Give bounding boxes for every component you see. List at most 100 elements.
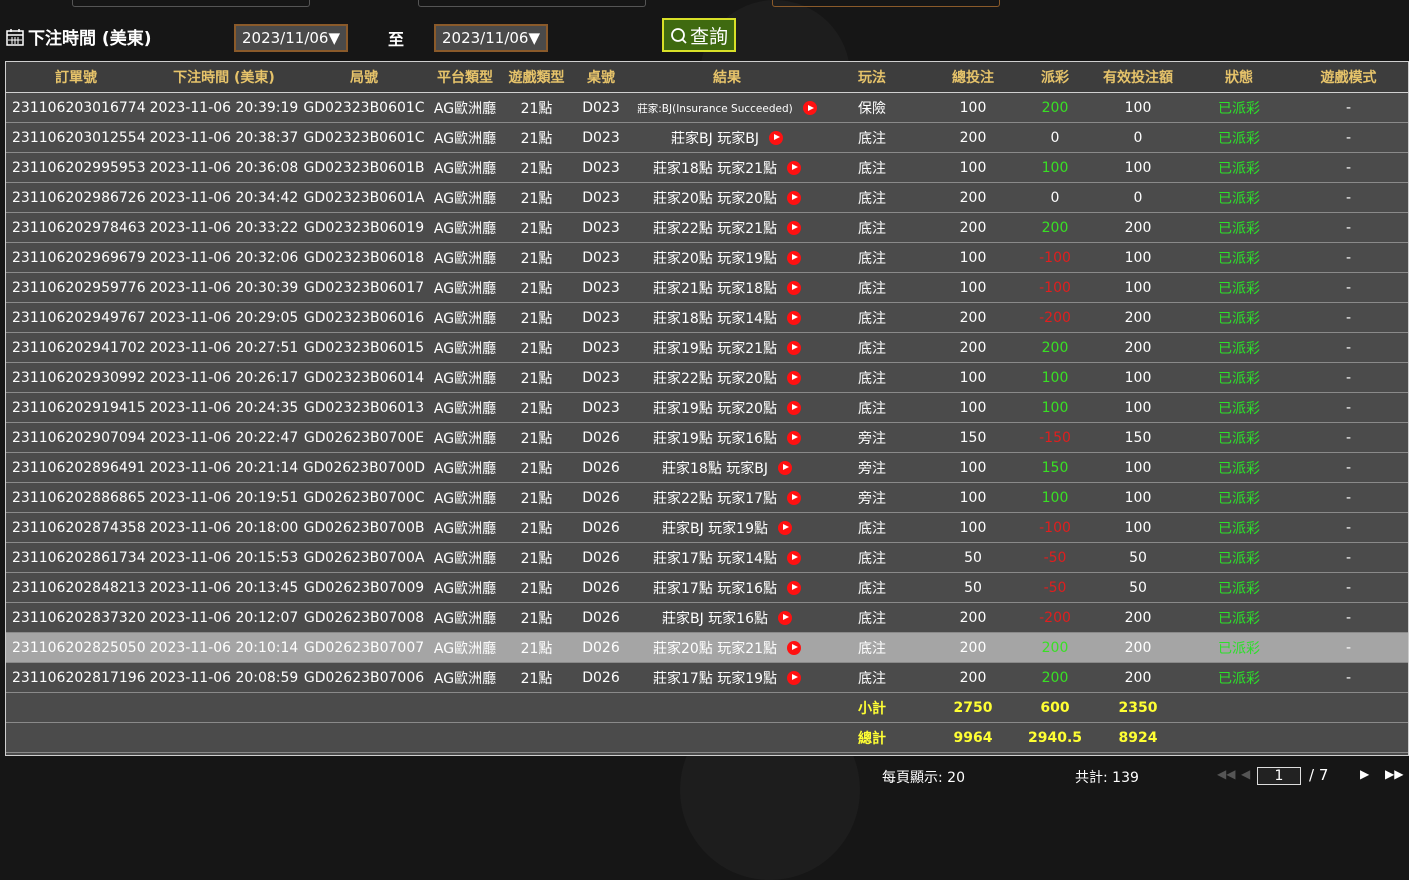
play-replay-icon[interactable] <box>778 460 792 475</box>
result-content: 莊家BJ 玩家16點 <box>662 608 792 628</box>
result-cell: 莊家BJ 玩家BJ <box>633 122 821 153</box>
top-input-box[interactable] <box>772 0 1000 7</box>
valid-bet-cell: 50 <box>1087 542 1189 573</box>
total-bet-cell: 100 <box>923 362 1023 393</box>
search-label: 查詢 <box>689 25 728 48</box>
play-replay-icon[interactable] <box>787 400 802 415</box>
total-row: 總計 9964 2940.5 8924 <box>6 722 1408 753</box>
play-replay-icon[interactable] <box>768 130 783 145</box>
per-page-label: 每頁顯示: 20 <box>882 770 965 786</box>
bet-type-cell: 底注 <box>821 122 923 153</box>
platform-cell: AG歐洲廳 <box>426 242 504 273</box>
column-header: 遊戲類型 <box>504 62 569 93</box>
filter-bar: 下注時間 (美東) 2023/11/06▼ 至 2023/11/06▼ 查詢 <box>0 8 1409 56</box>
search-button[interactable]: 查詢 <box>662 18 736 52</box>
total-bet-cell: 50 <box>923 542 1023 573</box>
result-text: 莊家19點 玩家16點 <box>652 430 778 447</box>
valid-bet-cell: 200 <box>1087 302 1189 333</box>
result-text: 莊家21點 玩家18點 <box>652 280 778 297</box>
next-page-icon[interactable]: ▶ <box>1360 767 1369 781</box>
play-replay-icon[interactable] <box>778 610 792 625</box>
round-number-cell: GD02323B06019 <box>302 212 426 243</box>
order-number-cell: 231106202837320 <box>6 602 146 633</box>
bet-type-cell: 旁注 <box>821 452 923 483</box>
play-replay-icon[interactable] <box>787 280 802 295</box>
play-replay-icon[interactable] <box>787 490 802 505</box>
result-content: 莊家17點 玩家16點 <box>653 578 802 598</box>
play-replay-icon[interactable] <box>787 430 802 445</box>
game-mode-cell: - <box>1289 632 1408 663</box>
total-payout: 2940.5 <box>1023 722 1087 753</box>
result-text: 莊家18點 玩家14點 <box>652 310 778 327</box>
status-cell: 已派彩 <box>1189 302 1289 333</box>
bet-time-cell: 2023-11-06 20:38:37 <box>146 122 302 153</box>
table-number-cell: D026 <box>569 572 633 603</box>
play-replay-icon[interactable] <box>787 250 802 265</box>
game-mode-cell: - <box>1289 242 1408 273</box>
result-text: 莊家BJ 玩家BJ <box>671 130 759 147</box>
play-replay-icon[interactable] <box>787 310 802 325</box>
platform-cell: AG歐洲廳 <box>426 152 504 183</box>
round-number-cell: GD02323B0601C <box>302 92 426 123</box>
payout-cell: 100 <box>1023 152 1087 183</box>
status-cell: 已派彩 <box>1189 392 1289 423</box>
payout-cell: 200 <box>1023 212 1087 243</box>
valid-bet-cell: 100 <box>1087 92 1189 123</box>
result-content: 莊家22點 玩家17點 <box>653 488 802 508</box>
status-cell: 已派彩 <box>1189 182 1289 213</box>
play-replay-icon[interactable] <box>787 370 802 385</box>
payout-cell: 200 <box>1023 332 1087 363</box>
result-text: 莊家22點 玩家21點 <box>652 220 778 237</box>
play-replay-icon[interactable] <box>787 190 802 205</box>
search-icon <box>671 27 687 44</box>
play-replay-icon[interactable] <box>787 220 802 235</box>
result-text: 莊家BJ 玩家16點 <box>662 610 768 627</box>
end-date-select[interactable]: 2023/11/06▼ <box>434 24 548 52</box>
first-page-icon[interactable]: ◀◀ <box>1217 767 1235 781</box>
play-replay-icon[interactable] <box>787 340 802 355</box>
order-number-cell: 231106202959776 <box>6 272 146 303</box>
game-type-cell: 21點 <box>504 302 569 333</box>
status-cell: 已派彩 <box>1189 512 1289 543</box>
page-number-input[interactable] <box>1257 767 1301 785</box>
platform-cell: AG歐洲廳 <box>426 212 504 243</box>
game-mode-cell: - <box>1289 182 1408 213</box>
table-number-cell: D023 <box>569 242 633 273</box>
payout-cell: 0 <box>1023 182 1087 213</box>
result-content: 莊家BJ 玩家19點 <box>662 518 792 538</box>
table-number-cell: D023 <box>569 122 633 153</box>
result-cell: 莊家19點 玩家16點 <box>633 422 821 453</box>
result-cell: 莊家22點 玩家21點 <box>633 212 821 243</box>
total-bet-cell: 200 <box>923 122 1023 153</box>
prev-page-icon[interactable]: ◀ <box>1241 767 1250 781</box>
top-input-box[interactable] <box>418 0 646 7</box>
play-replay-icon[interactable] <box>787 640 802 655</box>
play-replay-icon[interactable] <box>787 550 802 565</box>
total-bet-cell: 100 <box>923 92 1023 123</box>
game-mode-cell: - <box>1289 152 1408 183</box>
payout-cell: 100 <box>1023 482 1087 513</box>
play-replay-icon[interactable] <box>802 101 817 115</box>
result-text: 莊家17點 玩家19點 <box>652 670 778 687</box>
filter-label: 下注時間 (美東) <box>28 29 152 49</box>
bet-time-cell: 2023-11-06 20:39:19 <box>146 92 302 123</box>
bet-time-cell: 2023-11-06 20:33:22 <box>146 212 302 243</box>
bet-time-cell: 2023-11-06 20:24:35 <box>146 392 302 423</box>
play-replay-icon[interactable] <box>787 670 802 685</box>
result-text: 莊家18點 玩家21點 <box>652 160 778 177</box>
payout-cell: 100 <box>1023 362 1087 393</box>
order-number-cell: 231106202969679 <box>6 242 146 273</box>
last-page-icon[interactable]: ▶▶ <box>1385 767 1403 781</box>
start-date-select[interactable]: 2023/11/06▼ <box>234 24 348 52</box>
play-replay-icon[interactable] <box>778 520 792 535</box>
top-input-box[interactable] <box>72 0 310 7</box>
platform-cell: AG歐洲廳 <box>426 512 504 543</box>
play-replay-icon[interactable] <box>787 580 802 595</box>
payout-cell: -50 <box>1023 572 1087 603</box>
order-number-cell: 231106202978463 <box>6 212 146 243</box>
subtotal-bet: 2750 <box>923 692 1023 723</box>
round-number-cell: GD02623B07007 <box>302 632 426 663</box>
bet-type-cell: 底注 <box>821 212 923 243</box>
order-number-cell: 231106202896491 <box>6 452 146 483</box>
play-replay-icon[interactable] <box>787 160 802 175</box>
